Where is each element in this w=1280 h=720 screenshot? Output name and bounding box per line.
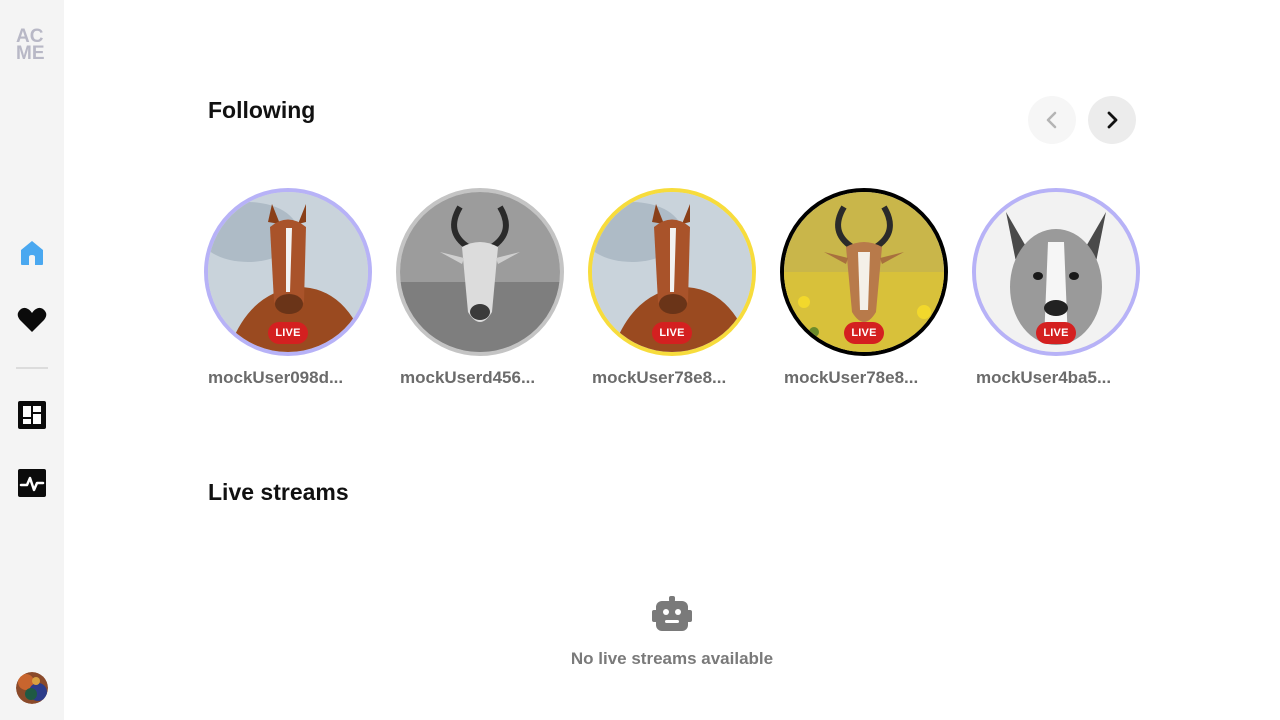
- carousel-next-button[interactable]: [1088, 96, 1136, 144]
- logo-line-2: ME: [16, 43, 45, 64]
- chevron-left-icon: [1046, 111, 1057, 129]
- robot-icon: [652, 596, 692, 631]
- sidebar-divider: [16, 367, 48, 369]
- empty-state: No live streams available: [552, 596, 792, 669]
- acme-logo[interactable]: AC ME: [16, 27, 50, 64]
- following-username: mockUserd456...: [400, 368, 536, 387]
- nav-activity-button[interactable]: [16, 467, 48, 499]
- empty-state-text: No live streams available: [570, 649, 774, 668]
- heart-icon: [17, 307, 47, 332]
- carousel-prev-button[interactable]: [1028, 96, 1076, 144]
- live-badge: LIVE: [268, 322, 308, 344]
- user-avatar[interactable]: [16, 672, 48, 704]
- following-username: mockUser78e8...: [784, 368, 919, 387]
- sidebar: AC ME: [0, 0, 64, 720]
- activity-icon: [18, 469, 46, 497]
- live-badge: LIVE: [652, 322, 692, 344]
- nav-home-button[interactable]: [16, 237, 48, 269]
- home-icon: [21, 241, 43, 265]
- antelope-grayscale-image: [400, 192, 560, 352]
- user-avatar-ring: [396, 188, 564, 356]
- chevron-right-icon: [1107, 111, 1118, 129]
- following-username: mockUser4ba5...: [976, 368, 1112, 387]
- following-username: mockUser098d...: [208, 368, 344, 387]
- nav-dashboard-button[interactable]: [16, 399, 48, 431]
- nav-favorites-button[interactable]: [16, 304, 48, 336]
- live-badge: LIVE: [1036, 322, 1076, 344]
- dashboard-icon: [18, 401, 46, 429]
- following-title: Following: [208, 97, 316, 123]
- live-badge: LIVE: [844, 322, 884, 344]
- app-root: AC ME Following LIVE mockUser098d... moc…: [0, 0, 1280, 720]
- following-username: mockUser78e8...: [592, 368, 727, 387]
- live-streams-title: Live streams: [208, 479, 349, 505]
